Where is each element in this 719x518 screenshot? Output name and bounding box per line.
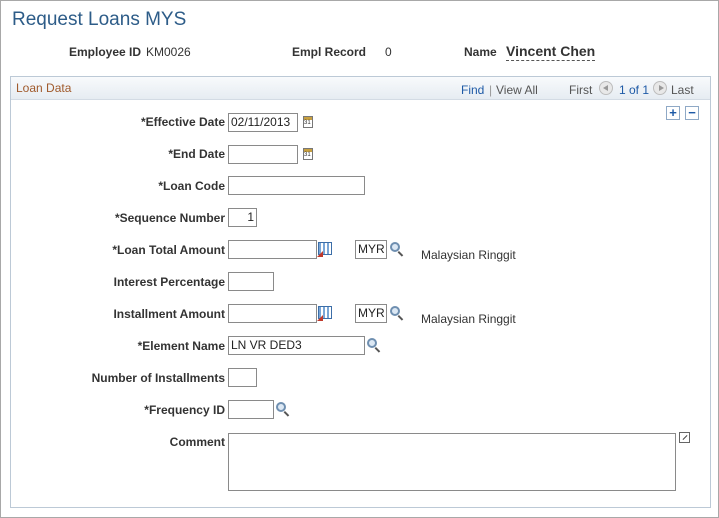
element-name-input[interactable]: LN VR DED3 bbox=[228, 336, 365, 355]
installment-currency-description: Malaysian Ringgit bbox=[421, 312, 516, 326]
previous-row-icon[interactable] bbox=[599, 81, 613, 95]
loan-total-amount-input[interactable] bbox=[228, 240, 317, 259]
search-icon[interactable] bbox=[390, 242, 400, 252]
delete-row-button[interactable]: − bbox=[685, 106, 699, 120]
grid-header: Loan Data Find | View All First 1 of 1 L… bbox=[11, 77, 710, 100]
installment-currency-input[interactable]: MYR bbox=[355, 304, 387, 323]
number-of-installments-input[interactable] bbox=[228, 368, 257, 387]
calculator-icon[interactable] bbox=[318, 242, 332, 255]
find-link[interactable]: Find bbox=[461, 83, 484, 97]
installment-amount-label: Installment Amount bbox=[113, 307, 225, 321]
first-label: First bbox=[569, 83, 593, 97]
search-icon[interactable] bbox=[276, 402, 286, 412]
loan-currency-description: Malaysian Ringgit bbox=[421, 248, 516, 262]
view-all-link[interactable]: View All bbox=[496, 83, 538, 97]
page-title: Request Loans MYS bbox=[12, 9, 187, 30]
comment-textarea[interactable] bbox=[228, 433, 676, 491]
effective-date-input[interactable]: 02/11/2013 bbox=[228, 113, 298, 132]
calendar-icon[interactable] bbox=[303, 148, 313, 160]
interest-percentage-input[interactable] bbox=[228, 272, 274, 291]
last-label: Last bbox=[671, 83, 694, 97]
effective-date-label: *Effective Date bbox=[140, 115, 225, 129]
name-label: Name bbox=[464, 45, 497, 59]
empl-record-label: Empl Record bbox=[292, 45, 367, 59]
empl-record-value: 0 bbox=[385, 45, 392, 59]
grid-title: Loan Data bbox=[16, 81, 72, 95]
element-name-label: *Element Name bbox=[137, 339, 225, 353]
nav-separator: | bbox=[489, 83, 493, 97]
loan-currency-input[interactable]: MYR bbox=[355, 240, 387, 259]
loan-total-amount-label: *Loan Total Amount bbox=[112, 243, 225, 257]
employee-name[interactable]: Vincent Chen bbox=[506, 43, 596, 61]
expand-textarea-icon[interactable] bbox=[679, 432, 690, 443]
end-date-label: *End Date bbox=[168, 147, 225, 161]
end-date-input[interactable] bbox=[228, 145, 298, 164]
loan-code-label: *Loan Code bbox=[158, 179, 225, 193]
row-position: 1 of 1 bbox=[619, 83, 650, 97]
installment-amount-input[interactable] bbox=[228, 304, 317, 323]
sequence-number-label: *Sequence Number bbox=[114, 211, 225, 225]
calculator-icon[interactable] bbox=[318, 306, 332, 319]
frequency-id-label: *Frequency ID bbox=[144, 403, 225, 417]
frequency-id-input[interactable] bbox=[228, 400, 274, 419]
number-of-installments-label: Number of Installments bbox=[91, 371, 225, 385]
comment-label: Comment bbox=[169, 435, 225, 449]
calendar-icon[interactable] bbox=[303, 116, 313, 128]
search-icon[interactable] bbox=[390, 306, 400, 316]
next-row-icon[interactable] bbox=[653, 81, 667, 95]
search-icon[interactable] bbox=[367, 338, 377, 348]
add-row-button[interactable]: + bbox=[666, 106, 680, 120]
sequence-number-input[interactable]: 1 bbox=[228, 208, 257, 227]
employee-id-value: KM0026 bbox=[146, 45, 191, 59]
employee-id-label: Employee ID bbox=[69, 45, 142, 59]
loan-code-input[interactable] bbox=[228, 176, 365, 195]
interest-percentage-label: Interest Percentage bbox=[113, 275, 225, 289]
